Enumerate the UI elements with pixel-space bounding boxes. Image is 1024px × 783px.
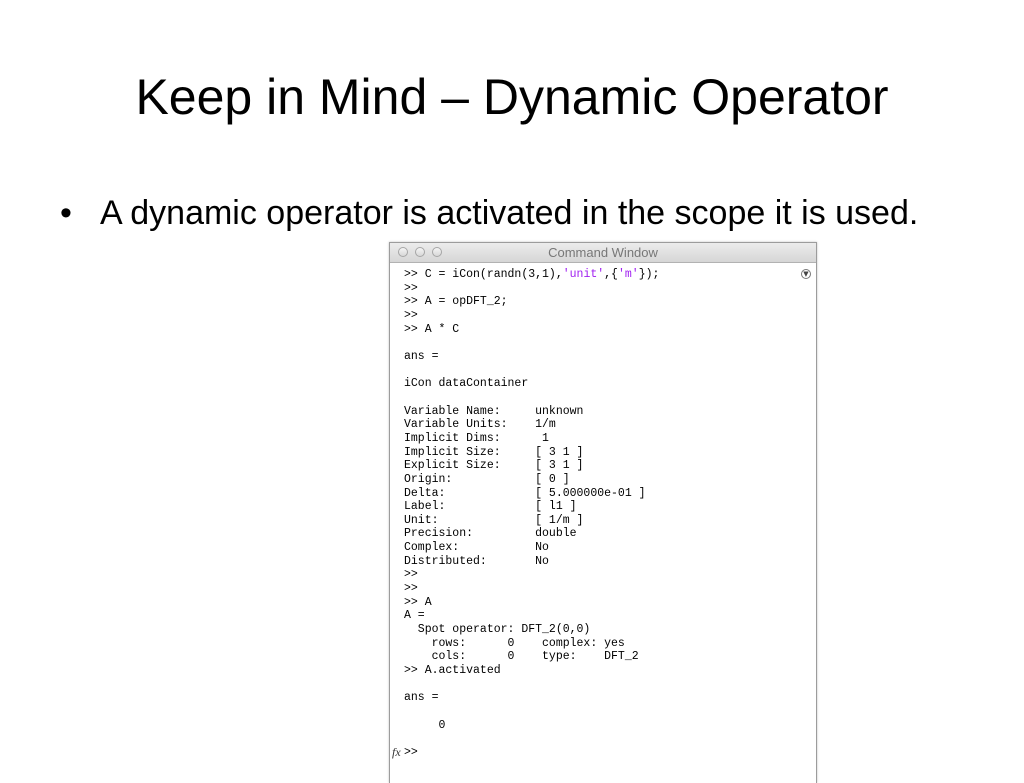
command-text: }); <box>638 268 660 281</box>
fx-icon[interactable]: fx <box>392 745 401 760</box>
command-line: >> <box>404 308 418 322</box>
command-line: ans = <box>404 349 439 363</box>
chevron-down-icon[interactable]: ▼ <box>801 269 811 279</box>
string-literal: 'm' <box>617 268 639 281</box>
command-line: Distributed: No <box>404 554 549 568</box>
command-window-titlebar[interactable]: Command Window <box>390 243 816 263</box>
command-text: ,{ <box>604 268 618 281</box>
bullet-text: A dynamic operator is activated in the s… <box>100 194 919 232</box>
command-line: Spot operator: DFT_2(0,0) <box>404 623 591 637</box>
command-line: >> C = iCon(randn(3,1),'unit',{'m'}); <box>404 268 788 282</box>
command-line <box>404 732 788 746</box>
command-line <box>404 391 788 405</box>
command-line <box>404 364 788 378</box>
slide-title: Keep in Mind – Dynamic Operator <box>135 69 889 125</box>
command-line: A = <box>404 609 425 623</box>
command-line: >> <box>404 568 418 582</box>
command-line <box>404 705 788 719</box>
command-line: >> <box>404 582 418 596</box>
command-line: Origin: [ 0 ] <box>404 472 570 486</box>
command-line: cols: 0 type: DFT_2 <box>404 650 639 664</box>
command-window-title: Command Window <box>548 245 658 260</box>
string-literal: 'unit' <box>562 268 605 281</box>
bullet-symbol: • <box>60 194 72 232</box>
command-line: >> A.activated <box>404 664 501 678</box>
command-line: >> A = opDFT_2; <box>404 295 508 309</box>
command-line: Complex: No <box>404 541 549 555</box>
command-line: ans = <box>404 691 439 705</box>
command-line: Variable Name: unknown <box>404 404 584 418</box>
command-line: Implicit Dims: 1 <box>404 431 549 445</box>
command-line: iCon dataContainer <box>404 377 529 391</box>
command-line: Label: [ l1 ] <box>404 500 577 514</box>
bullet-list: • A dynamic operator is activated in the… <box>60 186 970 241</box>
command-line: Variable Units: 1/m <box>404 418 556 432</box>
command-line <box>404 336 788 350</box>
command-line: Delta: [ 5.000000e-01 ] <box>404 486 646 500</box>
bullet-item: • A dynamic operator is activated in the… <box>60 186 970 241</box>
command-line: 0 <box>404 718 446 732</box>
command-text: >> C = iCon(randn(3,1), <box>404 268 563 281</box>
command-line: >> <box>404 745 418 759</box>
command-line: Explicit Size: [ 3 1 ] <box>404 459 584 473</box>
command-window[interactable]: Command Window ▼ >> C = iCon(randn(3,1),… <box>389 242 817 783</box>
command-line: Implicit Size: [ 3 1 ] <box>404 445 584 459</box>
command-line: Unit: [ 1/m ] <box>404 513 584 527</box>
command-line: >> A * C <box>404 322 460 336</box>
command-line: >> <box>404 281 418 295</box>
command-line: >> A <box>404 595 432 609</box>
command-line <box>404 678 788 692</box>
command-output[interactable]: >> C = iCon(randn(3,1),'unit',{'m'}); >>… <box>404 268 788 783</box>
command-line: rows: 0 complex: yes <box>404 636 625 650</box>
command-line: Precision: double <box>404 527 577 541</box>
